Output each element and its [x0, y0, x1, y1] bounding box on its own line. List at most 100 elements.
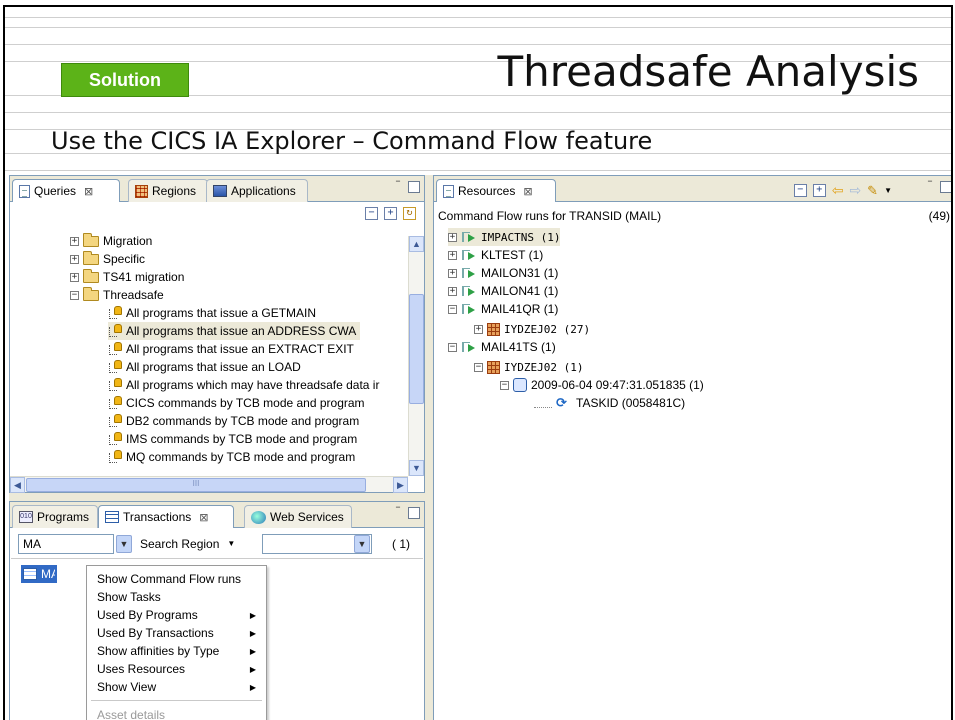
tab-regions[interactable]: Regions [128, 179, 208, 202]
tab-programs[interactable]: 010 Programs [12, 505, 98, 528]
tree-region-node[interactable]: + IYDZEJ02 (27) [474, 320, 590, 338]
tree-query-item[interactable]: All programs that issue a GETMAIN [108, 304, 316, 322]
expand-all-icon[interactable]: + [812, 184, 826, 197]
tree-run-node[interactable]: + MAILON41 (1) [448, 282, 558, 300]
maximize-icon[interactable] [940, 181, 951, 193]
tree-run-node[interactable]: + KLTEST (1) [448, 246, 543, 264]
forward-arrow-icon[interactable]: ⇨ [849, 182, 861, 199]
close-icon[interactable]: ⊠ [84, 185, 93, 198]
tree-query-item[interactable]: DB2 commands by TCB mode and program [108, 412, 359, 430]
tab-queries[interactable]: Queries ⊠ [12, 179, 120, 202]
collapse-all-icon[interactable]: − [365, 207, 378, 220]
tree-label: TASKID (0058481C) [576, 396, 686, 410]
tree-query-item[interactable]: All programs that issue an EXTRACT EXIT [108, 340, 354, 358]
scroll-down-icon[interactable]: ▼ [409, 460, 424, 476]
collapse-icon[interactable]: − [474, 362, 483, 372]
tree-label: All programs which may have threadsafe d… [126, 378, 380, 392]
tree-run-node[interactable]: + IMPACTNS (1) [448, 228, 561, 246]
expand-icon[interactable]: + [448, 250, 457, 260]
scroll-up-icon[interactable]: ▲ [409, 236, 424, 252]
tab-label: Regions [152, 184, 197, 198]
tree-run-node[interactable]: − MAIL41TS (1) [448, 338, 556, 356]
folder-icon [83, 268, 99, 283]
table-icon [105, 511, 119, 523]
submenu-arrow-icon: ▶ [249, 646, 256, 656]
tab-resources[interactable]: Resources ⊠ [436, 179, 556, 202]
expand-icon[interactable]: + [448, 268, 457, 278]
tree-timestamp-node[interactable]: − 2009-06-04 09:47:31.051835 (1) [500, 376, 704, 394]
chevron-down-icon[interactable]: ▼ [116, 535, 132, 553]
expand-all-icon[interactable]: + [384, 207, 397, 220]
queries-vertical-scrollbar[interactable]: ▲ ▼ [408, 236, 424, 476]
menu-item-uses-resources[interactable]: Uses Resources ▶ [87, 660, 266, 678]
list-item-selected[interactable]: MAIL [21, 565, 57, 583]
expand-icon[interactable]: + [448, 286, 457, 296]
expand-icon[interactable]: + [70, 236, 79, 246]
collapse-icon[interactable]: − [70, 290, 79, 300]
expand-icon[interactable]: + [474, 324, 483, 334]
menu-item-used-by-programs[interactable]: Used By Programs ▶ [87, 606, 266, 624]
tree-label: MAILON31 (1) [481, 266, 559, 280]
menu-item-show-command-flow-runs[interactable]: Show Command Flow runs [87, 570, 266, 588]
tree-folder-migration[interactable]: + Migration [70, 232, 152, 250]
tree-folder-threadsafe[interactable]: − Threadsafe [70, 286, 164, 304]
tab-label: Web Services [270, 510, 344, 524]
expand-icon[interactable]: + [448, 232, 457, 242]
menu-item-label: Asset details [97, 708, 166, 720]
collapse-icon[interactable]: − [448, 342, 457, 352]
submenu-arrow-icon: ▶ [249, 664, 256, 674]
tree-query-item[interactable]: All programs that issue an LOAD [108, 358, 301, 376]
view-menu-icon[interactable]: ▼ [884, 186, 892, 195]
maximize-icon[interactable] [408, 507, 420, 519]
collapse-all-icon[interactable]: − [793, 184, 807, 197]
slide-title: Threadsafe Analysis [497, 47, 920, 96]
tree-run-node[interactable]: − MAIL41QR (1) [448, 300, 558, 318]
filter-wand-icon[interactable]: ✎ [867, 183, 878, 199]
tree-folder-specific[interactable]: + Specific [70, 250, 145, 268]
tab-applications[interactable]: Applications [206, 179, 308, 202]
chevron-down-icon[interactable]: ▼ [354, 535, 370, 553]
close-icon[interactable]: ⊠ [523, 185, 532, 198]
back-arrow-icon[interactable]: ⇦ [832, 182, 844, 199]
transaction-filter-input[interactable]: MA [18, 534, 114, 554]
scroll-thumb[interactable] [409, 294, 424, 404]
tree-query-item[interactable]: All programs which may have threadsafe d… [108, 376, 379, 394]
menu-item-show-tasks[interactable]: Show Tasks [87, 588, 266, 606]
tab-web-services[interactable]: Web Services [244, 505, 352, 528]
expand-icon[interactable]: + [70, 254, 79, 264]
collapse-icon[interactable]: − [500, 380, 509, 390]
tree-query-item-selected[interactable]: All programs that issue an ADDRESS CWA [108, 322, 361, 340]
search-region-dropdown[interactable]: Search Region ▼ [140, 537, 235, 551]
minimize-icon[interactable]: ‾ [392, 181, 404, 193]
close-icon[interactable]: ⊠ [199, 511, 208, 524]
collapse-icon[interactable]: − [448, 304, 457, 314]
menu-item-used-by-transactions[interactable]: Used By Transactions ▶ [87, 624, 266, 642]
tree-label: 2009-06-04 09:47:31.051835 (1) [531, 378, 704, 392]
slide: Solution Threadsafe Analysis Use the CIC… [3, 5, 953, 720]
tab-transactions[interactable]: Transactions ⊠ [98, 505, 234, 528]
menu-item-asset-details[interactable]: Asset details [87, 706, 266, 720]
menu-item-show-view[interactable]: Show View ▶ [87, 678, 266, 696]
scroll-right-icon[interactable]: ▶ [393, 477, 408, 493]
tree-query-item[interactable]: MQ commands by TCB mode and program [108, 448, 355, 466]
tree-query-item[interactable]: IMS commands by TCB mode and program [108, 430, 357, 448]
minimize-icon[interactable]: ‾ [392, 507, 404, 519]
tree-query-item[interactable]: CICS commands by TCB mode and program [108, 394, 365, 412]
tree-task-node[interactable]: ⟳ TASKID (0058481C) [534, 394, 685, 412]
task-icon: ⟳ [556, 395, 567, 410]
tree-folder-ts41-migration[interactable]: + TS41 migration [70, 268, 184, 286]
scroll-left-icon[interactable]: ◀ [10, 477, 25, 493]
tree-region-node[interactable]: − IYDZEJ02 (1) [474, 358, 583, 376]
queries-horizontal-scrollbar[interactable]: ◀ III ▶ [10, 476, 408, 493]
maximize-icon[interactable] [408, 181, 420, 193]
tree-label: Threadsafe [103, 288, 164, 302]
expand-icon[interactable]: + [70, 272, 79, 282]
tree-label: IMS commands by TCB mode and program [126, 432, 358, 446]
minimize-icon[interactable]: ‾ [924, 181, 936, 193]
tree-label: MAILON41 (1) [481, 284, 559, 298]
tree-run-node[interactable]: + MAILON31 (1) [448, 264, 558, 282]
refresh-icon[interactable]: ↻ [403, 207, 416, 220]
scroll-thumb[interactable]: III [26, 478, 366, 492]
menu-item-show-affinities-by-type[interactable]: Show affinities by Type ▶ [87, 642, 266, 660]
queries-toolbar: − + ↻ [365, 207, 416, 220]
